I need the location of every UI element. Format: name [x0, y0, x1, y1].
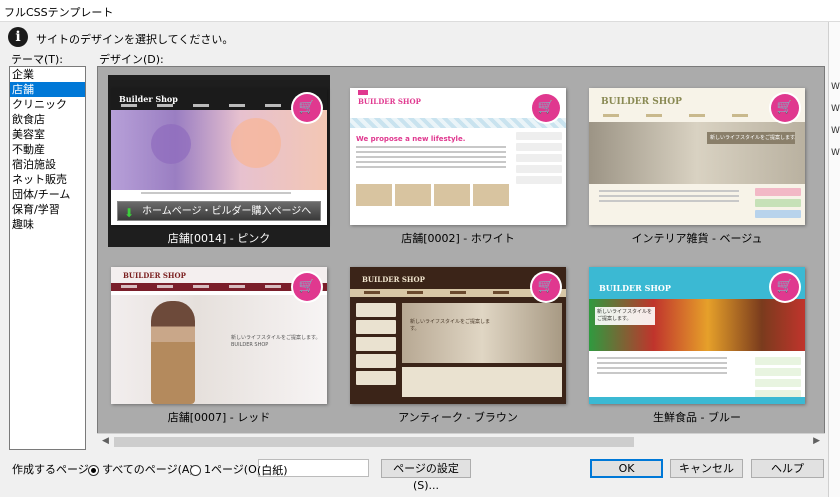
- download-arrow-icon: ⬇: [124, 206, 135, 220]
- radio-all-pages[interactable]: すべてのページ(A): [88, 461, 194, 477]
- theme-item-selected[interactable]: 店舗: [10, 82, 85, 97]
- design-label: デザイン(D):: [99, 53, 164, 66]
- design-caption: アンティーク - ブラウン: [398, 411, 518, 424]
- design-gallery[interactable]: Builder Shop 🛒 ⬇ ホームページ・ビルダー購入ページへ 店舗[00…: [97, 66, 825, 450]
- hero-image: [111, 110, 327, 190]
- design-thumbnail: BUILDER SHOP We propose a new lifestyle.…: [350, 88, 566, 225]
- theme-item[interactable]: 飲食店: [10, 112, 85, 127]
- one-page-field[interactable]: (白紙): [257, 459, 369, 477]
- design-tile-beige[interactable]: BUILDER SHOP 新しいライフスタイルをご提案します。 🛒 インテリア雑…: [586, 75, 808, 247]
- ok-button[interactable]: OK: [590, 459, 663, 478]
- theme-item[interactable]: 団体/チーム: [10, 187, 85, 202]
- design-caption: 店舗[0002] - ホワイト: [401, 232, 515, 245]
- theme-item[interactable]: 美容室: [10, 127, 85, 142]
- design-tile-white[interactable]: BUILDER SHOP We propose a new lifestyle.…: [347, 75, 569, 247]
- design-caption: インテリア雑貨 - ベージュ: [631, 232, 763, 245]
- scroll-thumb[interactable]: [114, 437, 634, 447]
- hero-image: 新しいライフスタイルをご提案します。: [402, 303, 562, 363]
- pages-label: 作成するページ:: [12, 463, 93, 476]
- hp-builder-purchase-button[interactable]: ⬇ ホームページ・ビルダー購入ページへ: [117, 201, 321, 221]
- design-tile-blue[interactable]: BUILDER SHOP 新しいライフスタイルをご提案します。 🛒 生鮮食品 -…: [586, 254, 808, 426]
- design-tile-brown[interactable]: BUILDER SHOP 新しいライフスタイルをご提案します。 🛒 アンティーク…: [347, 254, 569, 426]
- design-caption: 店舗[0007] - レッド: [167, 411, 271, 424]
- cancel-button[interactable]: キャンセル: [670, 459, 743, 478]
- theme-item[interactable]: 不動産: [10, 142, 85, 157]
- scroll-right-arrow-icon[interactable]: ▶: [813, 436, 820, 446]
- cart-icon: 🛒: [532, 94, 560, 122]
- design-thumbnail: BUILDER SHOP 新しいライフスタイルをご提案します。 BUILDER …: [111, 267, 327, 404]
- design-tile-pink[interactable]: Builder Shop 🛒 ⬇ ホームページ・ビルダー購入ページへ 店舗[00…: [108, 75, 330, 247]
- radio-button-checked[interactable]: [88, 464, 99, 476]
- theme-label: テーマ(T):: [11, 53, 64, 66]
- scroll-left-arrow-icon[interactable]: ◀: [102, 436, 109, 446]
- design-thumbnail: BUILDER SHOP 新しいライフスタイルをご提案します。 🛒: [589, 267, 805, 404]
- cart-icon: 🛒: [771, 273, 799, 301]
- design-caption: 生鮮食品 - ブルー: [653, 411, 741, 424]
- theme-list[interactable]: 企業 店舗 クリニック 飲食店 美容室 不動産 宿泊施設 ネット販売 団体/チー…: [9, 66, 86, 450]
- theme-item[interactable]: クリニック: [10, 97, 85, 112]
- page-settings-button[interactable]: ページの設定(S)...: [381, 459, 471, 492]
- theme-item[interactable]: 宿泊施設: [10, 157, 85, 172]
- window-title: フルCSSテンプレート: [4, 6, 114, 19]
- info-icon: i: [8, 27, 28, 47]
- gallery-horizontal-scrollbar[interactable]: ◀ ▶: [97, 433, 825, 450]
- background-window-strip: W W W W: [828, 22, 840, 497]
- design-thumbnail: BUILDER SHOP 新しいライフスタイルをご提案します。 🛒: [350, 267, 566, 404]
- theme-item[interactable]: 保育/学習: [10, 202, 85, 217]
- cart-icon: 🛒: [293, 273, 321, 301]
- design-tile-red[interactable]: BUILDER SHOP 新しいライフスタイルをご提案します。 BUILDER …: [108, 254, 330, 426]
- design-thumbnail: Builder Shop 🛒 ⬇ ホームページ・ビルダー購入ページへ: [111, 88, 327, 225]
- instruction-text: サイトのデザインを選択してください。: [36, 33, 234, 46]
- hero-image: 新しいライフスタイルをご提案します。: [589, 299, 805, 351]
- radio-one-page[interactable]: 1ページ(O): [190, 461, 261, 477]
- hero-image: 新しいライフスタイルをご提案します。 BUILDER SHOP: [111, 295, 327, 404]
- cart-icon: 🛒: [532, 273, 560, 301]
- title-bar: フルCSSテンプレート: [0, 0, 840, 22]
- design-caption: 店舗[0014] - ピンク: [167, 232, 271, 245]
- radio-button[interactable]: [190, 464, 201, 476]
- cart-icon: 🛒: [771, 94, 799, 122]
- theme-item[interactable]: ネット販売: [10, 172, 85, 187]
- theme-item[interactable]: 企業: [10, 67, 85, 82]
- design-thumbnail: BUILDER SHOP 新しいライフスタイルをご提案します。 🛒: [589, 88, 805, 225]
- hero-image: 新しいライフスタイルをご提案します。: [589, 122, 805, 184]
- theme-item[interactable]: 趣味: [10, 217, 85, 232]
- cart-icon: 🛒: [293, 94, 321, 122]
- help-button[interactable]: ヘルプ: [751, 459, 824, 478]
